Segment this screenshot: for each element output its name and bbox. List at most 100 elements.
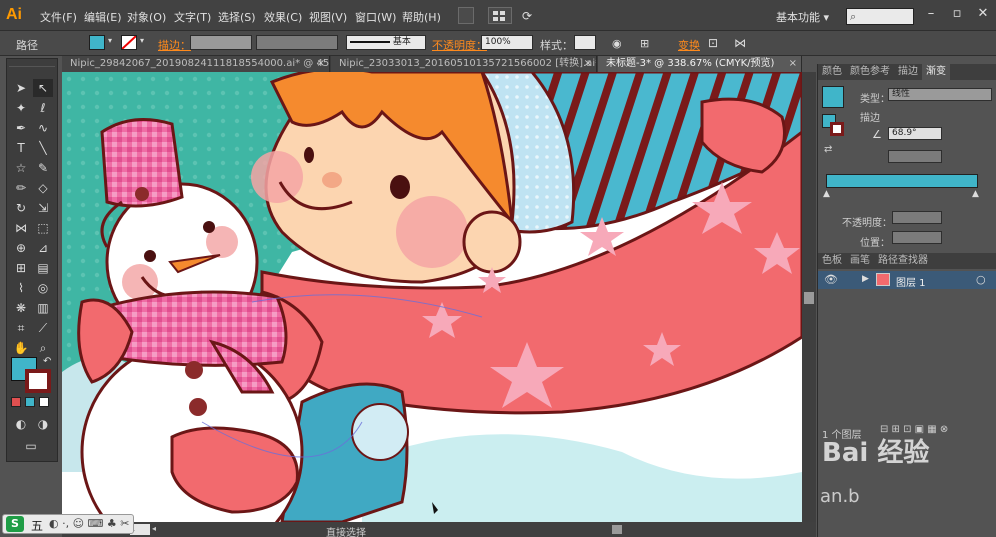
eyedropper-icon[interactable]: ⌇ xyxy=(11,279,31,297)
tab-stroke[interactable]: 描边 xyxy=(894,64,922,80)
scroll-thumb[interactable] xyxy=(804,292,814,304)
free-transform-icon[interactable]: ⬚ xyxy=(33,219,53,237)
width-tool-icon[interactable]: ⋈ xyxy=(11,219,31,237)
ime-toolbar[interactable]: S 五 ◐ ·, ☺ ⌨ ♣ ✂ xyxy=(2,514,134,534)
menu-file[interactable]: 文件(F) xyxy=(40,9,77,25)
ime-tools-icons[interactable]: ◐ ·, ☺ ⌨ ♣ ✂ xyxy=(49,517,130,530)
close-icon[interactable]: × xyxy=(584,56,592,71)
tab-color-guide[interactable]: 颜色参考 xyxy=(846,64,894,80)
tab-document-3[interactable]: 未标题-3* @ 338.67% (CMYK/预览) × xyxy=(598,56,802,72)
star-tool-icon[interactable]: ☆ xyxy=(11,159,31,177)
direct-selection-tool-icon[interactable]: ↖ xyxy=(33,79,53,97)
workspace-switcher[interactable]: 基本功能 ▾ xyxy=(776,9,829,25)
menu-view[interactable]: 视图(V) xyxy=(309,9,347,25)
swap-colors-icon[interactable]: ↶ xyxy=(43,356,51,367)
opacity-label[interactable]: 不透明度： xyxy=(432,37,487,53)
scroll-thumb[interactable] xyxy=(612,525,622,534)
horizontal-scrollbar[interactable]: ◂ xyxy=(62,522,816,537)
menu-help[interactable]: 帮助(H) xyxy=(402,9,441,25)
ime-mode-label[interactable]: 五 xyxy=(31,517,43,534)
close-icon[interactable]: × xyxy=(789,56,797,71)
line-tool-icon[interactable]: ╲ xyxy=(33,139,53,157)
search-input[interactable]: ⌕ xyxy=(846,8,914,25)
stroke-color-box[interactable] xyxy=(25,369,51,393)
lasso-icon[interactable]: ℓ xyxy=(33,99,53,117)
status-tool-readout[interactable]: 直接选择 xyxy=(326,524,366,537)
aspect-ratio-field[interactable] xyxy=(888,150,942,163)
gradient-angle-field[interactable]: 68.9° xyxy=(888,127,942,140)
none-mode-icon[interactable] xyxy=(39,397,49,407)
paintbrush-icon[interactable]: ✎ xyxy=(33,159,53,177)
recolor-icon[interactable]: ◉ xyxy=(612,37,622,50)
target-icon[interactable]: ○ xyxy=(976,273,986,286)
selection-tool-icon[interactable]: ➤ xyxy=(11,79,31,97)
scale-tool-icon[interactable]: ⇲ xyxy=(33,199,53,217)
artboard-canvas[interactable] xyxy=(62,72,802,522)
gradient-preview-swatch[interactable] xyxy=(822,86,844,108)
zoom-tool-icon[interactable]: ⌕ xyxy=(33,339,53,357)
fill-swatch[interactable] xyxy=(89,35,105,50)
tab-pathfinder[interactable]: 路径查找器 xyxy=(874,253,932,269)
sync-icon[interactable]: ⟳ xyxy=(522,9,532,23)
variable-width-dropdown[interactable] xyxy=(256,35,338,50)
perspective-grid-icon[interactable]: ⊿ xyxy=(33,239,53,257)
screen-mode-icon[interactable]: ▭ xyxy=(21,437,41,455)
menu-effect[interactable]: 效果(C) xyxy=(264,9,302,25)
stroke-swatch[interactable] xyxy=(121,35,137,50)
prev-artboard-icon[interactable]: ◂ xyxy=(152,524,162,535)
tab-gradient[interactable]: 渐变 xyxy=(922,64,950,80)
gradient-stop-right[interactable]: ▲ xyxy=(972,189,979,199)
style-dropdown[interactable] xyxy=(574,35,596,50)
gradient-stroke-box[interactable] xyxy=(830,122,844,136)
mesh-tool-icon[interactable]: ⊞ xyxy=(11,259,31,277)
menu-edit[interactable]: 编辑(E) xyxy=(84,9,122,25)
vertical-scrollbar[interactable] xyxy=(802,72,816,522)
opacity-field[interactable]: 100% xyxy=(481,35,533,50)
tab-color[interactable]: 颜色 xyxy=(818,64,846,80)
menu-object[interactable]: 对象(O) xyxy=(127,9,166,25)
blend-tool-icon[interactable]: ◎ xyxy=(33,279,53,297)
maximize-button[interactable]: ▫ xyxy=(944,4,970,24)
pen-tool-icon[interactable]: ✒ xyxy=(11,119,31,137)
symbol-sprayer-icon[interactable]: ❋ xyxy=(11,299,31,317)
close-icon[interactable]: × xyxy=(317,56,325,71)
tab-document-2[interactable]: Nipic_23033013_20160510135721566002 [转换]… xyxy=(331,56,597,72)
hand-tool-icon[interactable]: ✋ xyxy=(11,339,31,357)
column-graph-icon[interactable]: ▥ xyxy=(33,299,53,317)
color-mode-icon[interactable] xyxy=(11,397,21,407)
stroke-label[interactable]: 描边： xyxy=(158,37,191,53)
isolate-icon[interactable]: ⊡ xyxy=(708,36,718,50)
pencil-icon[interactable]: ✏ xyxy=(11,179,31,197)
align-icon[interactable]: ⊞ xyxy=(640,37,649,50)
gradient-position-field[interactable] xyxy=(892,231,942,244)
gradient-stop-left[interactable]: ▲ xyxy=(823,189,830,199)
stroke-style-dropdown[interactable]: 基本 xyxy=(346,35,426,50)
tab-brushes[interactable]: 画笔 xyxy=(846,253,874,269)
visibility-eye-icon[interactable]: 👁 xyxy=(824,273,838,286)
menu-select[interactable]: 选择(S) xyxy=(218,9,256,25)
close-button[interactable]: ✕ xyxy=(970,4,996,24)
eraser-icon[interactable]: ◇ xyxy=(33,179,53,197)
type-tool-icon[interactable]: T xyxy=(11,139,31,157)
arrange-documents-button[interactable] xyxy=(488,7,512,24)
gradient-slider[interactable] xyxy=(826,174,978,188)
magic-wand-icon[interactable]: ✦ xyxy=(11,99,31,117)
gradient-type-dropdown[interactable]: 线性 xyxy=(888,88,992,101)
expand-arrow-icon[interactable]: ▶ xyxy=(862,274,869,284)
bridge-button[interactable] xyxy=(458,7,474,24)
fill-dropdown-icon[interactable]: ▾ xyxy=(108,36,112,45)
reverse-gradient-icon[interactable]: ⇄ xyxy=(824,144,832,155)
tab-swatches[interactable]: 色板 xyxy=(818,253,846,269)
draw-inside-icon[interactable]: ◑ xyxy=(33,415,53,433)
transform-link[interactable]: 变换 xyxy=(678,37,700,53)
artboard-tool-icon[interactable]: ⌗ xyxy=(11,319,31,337)
gradient-mode-icon[interactable] xyxy=(25,397,35,407)
slice-tool-icon[interactable]: ⟋ xyxy=(33,319,53,337)
menu-options-icon[interactable]: ⋈ xyxy=(734,36,746,50)
curvature-tool-icon[interactable]: ∿ xyxy=(33,119,53,137)
menu-type[interactable]: 文字(T) xyxy=(174,9,211,25)
minimize-button[interactable]: – xyxy=(918,4,944,24)
stroke-weight-field[interactable] xyxy=(190,35,252,50)
gradient-tool-icon[interactable]: ▤ xyxy=(33,259,53,277)
stroke-dropdown-icon[interactable]: ▾ xyxy=(140,36,144,45)
